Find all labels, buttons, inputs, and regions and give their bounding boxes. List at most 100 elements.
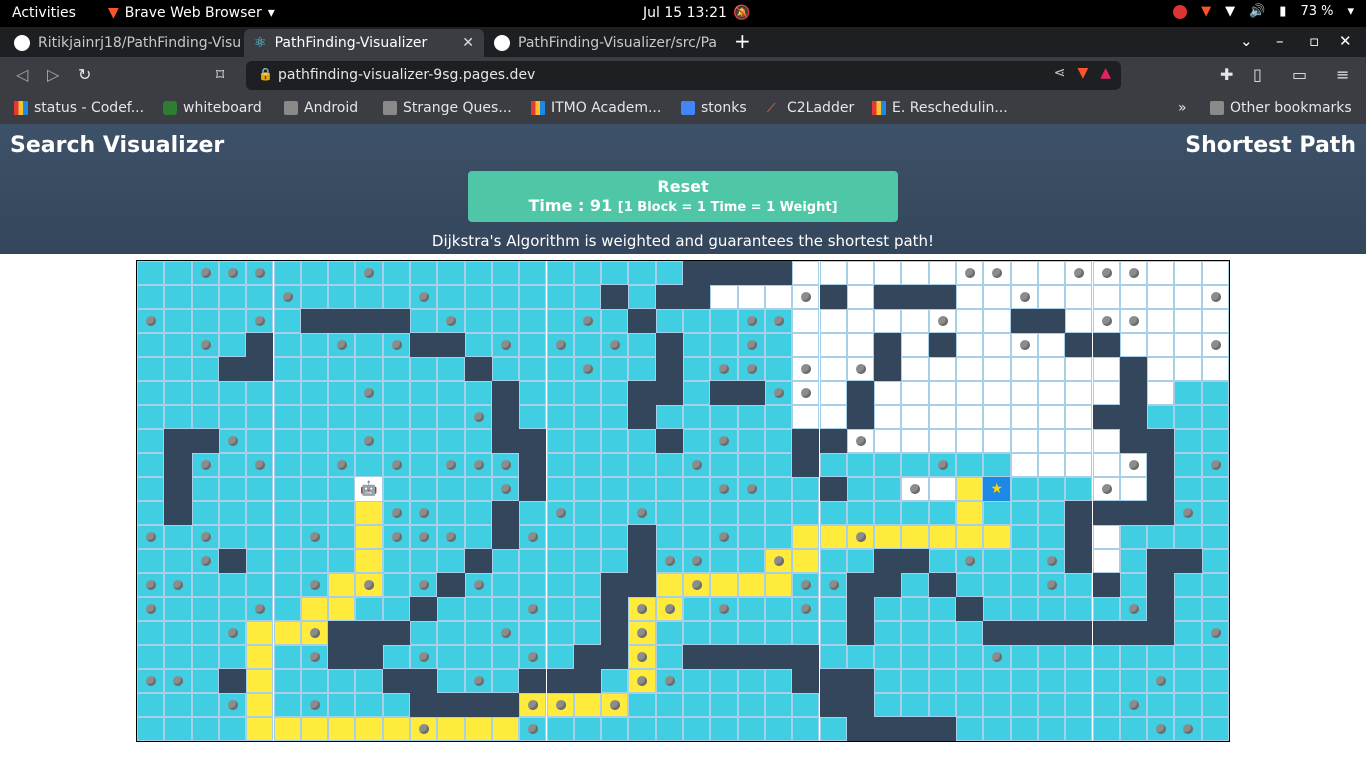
grid-cell[interactable] <box>1201 405 1229 429</box>
grid-cell[interactable] <box>710 693 738 717</box>
grid-cell[interactable] <box>683 309 711 333</box>
grid-cell[interactable] <box>382 333 410 357</box>
grid-cell[interactable] <box>1010 549 1038 573</box>
grid-cell[interactable] <box>191 333 219 357</box>
grid-cell[interactable] <box>246 261 274 285</box>
grid-cell[interactable] <box>218 717 247 741</box>
grid-cell[interactable] <box>519 645 547 669</box>
grid-cell[interactable] <box>546 381 574 405</box>
grid-cell[interactable] <box>1201 309 1229 333</box>
grid-cell[interactable] <box>901 477 929 501</box>
wall-cell[interactable] <box>737 381 765 405</box>
grid-cell[interactable] <box>191 357 219 381</box>
grid-cell[interactable] <box>1174 717 1202 741</box>
grid-cell[interactable] <box>273 549 301 573</box>
grid-cell[interactable] <box>519 717 547 741</box>
grid-cell[interactable] <box>300 357 329 381</box>
grid-cell[interactable] <box>792 573 820 597</box>
grid-cell[interactable] <box>546 597 574 621</box>
wall-cell[interactable] <box>846 597 875 621</box>
path-cell[interactable] <box>355 549 383 573</box>
wall-cell[interactable] <box>928 717 956 741</box>
grid-cell[interactable] <box>928 261 956 285</box>
grid-cell[interactable] <box>1037 501 1066 525</box>
grid-cell[interactable] <box>382 405 410 429</box>
grid-cell[interactable] <box>764 669 793 693</box>
grid-cell[interactable] <box>983 333 1011 357</box>
grid-cell[interactable] <box>710 285 738 309</box>
grid-cell[interactable] <box>191 645 219 669</box>
grid-cell[interactable] <box>382 693 410 717</box>
grid-cell[interactable] <box>956 357 984 381</box>
grid-cell[interactable] <box>928 453 956 477</box>
grid-cell[interactable] <box>1037 261 1066 285</box>
grid-cell[interactable] <box>792 621 820 645</box>
grid-cell[interactable] <box>1010 525 1038 549</box>
wall-cell[interactable] <box>410 693 438 717</box>
grid-cell[interactable] <box>983 549 1011 573</box>
grid-cell[interactable] <box>519 549 547 573</box>
wall-cell[interactable] <box>464 357 492 381</box>
grid-cell[interactable] <box>1174 309 1202 333</box>
grid-cell[interactable] <box>164 405 192 429</box>
wall-cell[interactable] <box>792 669 820 693</box>
wall-cell[interactable] <box>1119 357 1148 381</box>
wall-cell[interactable] <box>628 573 656 597</box>
grid-cell[interactable] <box>519 573 547 597</box>
path-cell[interactable] <box>737 573 765 597</box>
grid-cell[interactable] <box>437 621 465 645</box>
tab-github-repo[interactable]: Ritikjainrj18/PathFinding-Visu <box>4 29 244 57</box>
wall-cell[interactable] <box>437 333 465 357</box>
grid-cell[interactable] <box>737 621 765 645</box>
grid-cell[interactable] <box>737 453 765 477</box>
grid-cell[interactable] <box>983 357 1011 381</box>
grid-cell[interactable] <box>1147 693 1175 717</box>
grid-cell[interactable] <box>273 645 301 669</box>
grid-cell[interactable] <box>1147 309 1175 333</box>
grid-cell[interactable] <box>1201 429 1229 453</box>
wall-cell[interactable] <box>846 717 875 741</box>
wall-cell[interactable] <box>846 621 875 645</box>
grid-cell[interactable] <box>382 261 410 285</box>
grid-cell[interactable] <box>737 285 765 309</box>
grid-cell[interactable] <box>137 549 165 573</box>
grid-cell[interactable] <box>1037 453 1066 477</box>
wall-cell[interactable] <box>846 381 875 405</box>
wall-cell[interactable] <box>655 333 683 357</box>
grid-cell[interactable] <box>1010 405 1038 429</box>
grid-cell[interactable] <box>819 717 847 741</box>
grid-cell[interactable] <box>1174 381 1202 405</box>
grid-cell[interactable] <box>464 573 492 597</box>
wall-cell[interactable] <box>1037 309 1066 333</box>
grid-cell[interactable] <box>764 621 793 645</box>
grid-cell[interactable] <box>191 309 219 333</box>
grid-cell[interactable] <box>655 621 683 645</box>
grid-cell[interactable] <box>1201 477 1229 501</box>
bookmark-item[interactable]: Strange Ques... <box>383 100 512 116</box>
grid-cell[interactable] <box>846 645 875 669</box>
grid-cell[interactable] <box>683 477 711 501</box>
wall-cell[interactable] <box>601 645 629 669</box>
grid-cell[interactable] <box>382 429 410 453</box>
grid-cell[interactable] <box>1119 285 1148 309</box>
grid-cell[interactable] <box>928 429 956 453</box>
menu-icon[interactable]: ≡ <box>1336 65 1349 84</box>
grid-cell[interactable] <box>901 357 929 381</box>
grid-cell[interactable] <box>601 309 629 333</box>
grid-cell[interactable] <box>382 477 410 501</box>
path-cell[interactable] <box>792 549 820 573</box>
grid-cell[interactable] <box>846 453 875 477</box>
path-cell[interactable] <box>546 693 574 717</box>
wall-cell[interactable] <box>819 285 847 309</box>
grid-cell[interactable] <box>901 693 929 717</box>
wall-cell[interactable] <box>874 333 902 357</box>
wall-cell[interactable] <box>710 261 738 285</box>
grid-cell[interactable] <box>601 501 629 525</box>
grid-cell[interactable] <box>137 573 165 597</box>
grid-cell[interactable] <box>764 405 793 429</box>
grid-cell[interactable] <box>764 597 793 621</box>
grid-cell[interactable] <box>573 525 602 549</box>
grid-cell[interactable] <box>300 501 329 525</box>
grid-cell[interactable] <box>355 357 383 381</box>
grid-cell[interactable] <box>764 453 793 477</box>
